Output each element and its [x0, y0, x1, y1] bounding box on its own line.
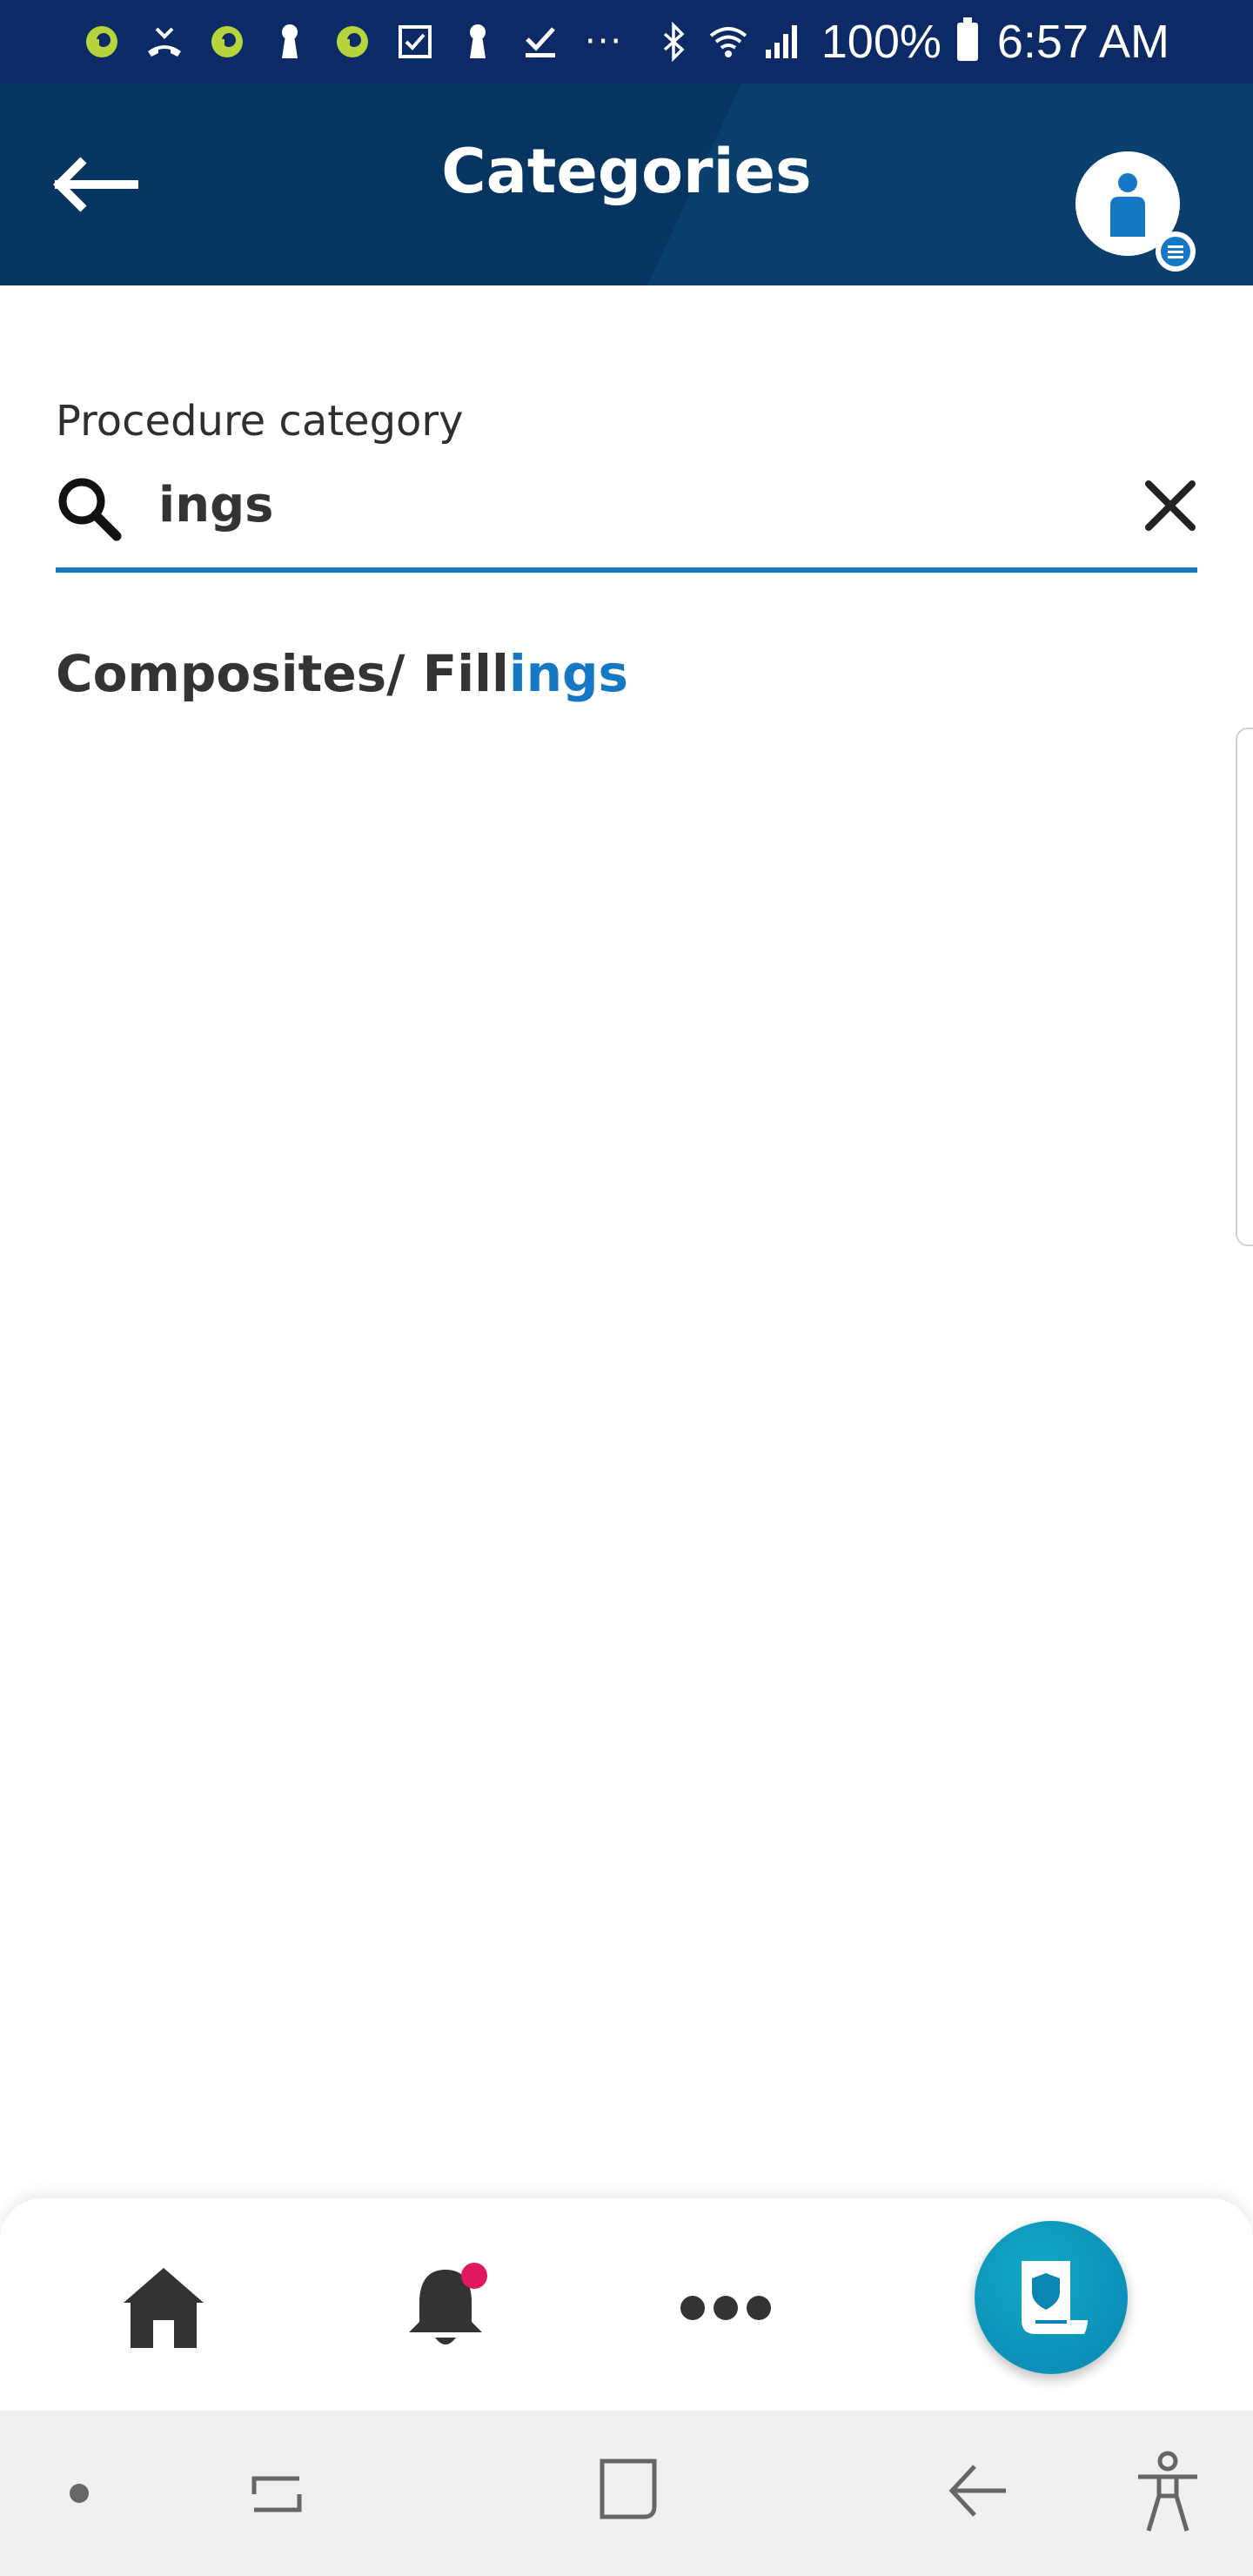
app-icon — [80, 20, 124, 64]
checkbox-icon — [393, 20, 437, 64]
dot-button[interactable] — [68, 2482, 90, 2505]
search-field — [56, 466, 1197, 574]
app-icon — [331, 20, 374, 64]
download-done-icon — [519, 20, 562, 64]
recent-apps-button[interactable] — [244, 2459, 310, 2526]
home-square-icon — [600, 2459, 657, 2519]
accessibility-icon — [1138, 2451, 1197, 2532]
keyhole-icon — [268, 20, 312, 64]
app-icon — [205, 20, 249, 64]
more-icon — [680, 2296, 771, 2320]
wifi-icon — [707, 20, 750, 64]
notification-icons: ··· — [80, 14, 623, 70]
missed-call-icon — [143, 20, 186, 64]
battery-icon — [956, 17, 978, 61]
app-header: Categories — [0, 84, 1253, 285]
dot-icon — [70, 2484, 89, 2503]
status-bar: ··· 100% 6:57 AM — [0, 0, 1253, 84]
system-navigation-bar — [0, 2411, 1253, 2576]
menu-badge-icon — [1156, 231, 1196, 272]
back-system-button[interactable] — [945, 2458, 1011, 2524]
home-system-button[interactable] — [595, 2454, 661, 2524]
accessibility-button[interactable] — [1133, 2451, 1203, 2534]
policy-card-icon — [1022, 2261, 1088, 2334]
nav-more-button[interactable] — [677, 2282, 774, 2334]
battery-percentage: 100% — [821, 16, 941, 68]
signal-icon — [761, 20, 804, 64]
home-icon — [124, 2268, 204, 2348]
clear-search-button[interactable] — [1142, 477, 1199, 534]
back-icon — [948, 2465, 1006, 2517]
scroll-handle[interactable] — [1236, 728, 1253, 1246]
close-icon — [1145, 480, 1196, 531]
policy-card-button[interactable] — [975, 2221, 1128, 2374]
search-underline — [56, 567, 1197, 573]
clock: 6:57 AM — [996, 16, 1169, 68]
search-input[interactable] — [158, 466, 1029, 543]
nav-home-button[interactable] — [120, 2264, 207, 2351]
person-icon — [1110, 173, 1145, 237]
notification-dot — [461, 2263, 487, 2289]
bottom-navigation — [0, 2198, 1253, 2411]
page-title: Categories — [441, 136, 812, 207]
search-label: Procedure category — [56, 397, 464, 446]
search-icon — [58, 478, 122, 541]
bluetooth-icon — [653, 20, 696, 64]
result-text: Composites/ Fill — [56, 644, 509, 703]
keyhole-icon — [456, 20, 499, 64]
profile-button[interactable] — [1075, 151, 1196, 272]
nav-notifications-button[interactable] — [400, 2261, 491, 2351]
list-item[interactable]: Composites/ Fillings — [56, 644, 1187, 715]
recent-apps-icon — [251, 2476, 302, 2512]
more-notifications-indicator: ··· — [585, 22, 624, 62]
system-status: 100% 6:57 AM — [653, 0, 1169, 84]
result-match-highlight: ings — [508, 644, 629, 703]
